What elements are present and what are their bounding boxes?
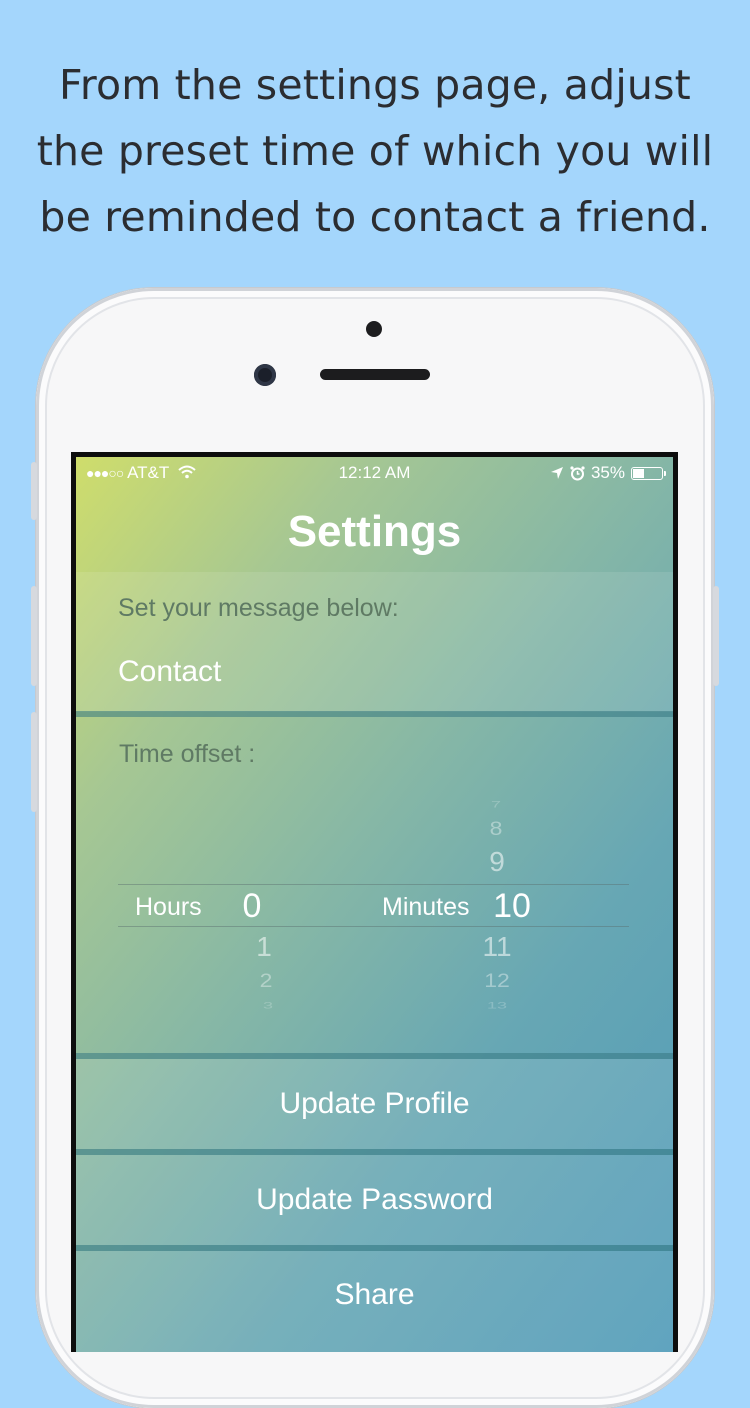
caption-line-2: the preset time of which you will — [36, 127, 714, 175]
minutes-unit-label: Minutes — [382, 893, 470, 921]
message-section — [76, 572, 673, 712]
message-label: Set your message below: — [118, 594, 399, 622]
front-camera-icon — [254, 364, 276, 386]
volume-up-button — [31, 586, 37, 686]
update-password-button[interactable]: Update Password — [76, 1183, 673, 1217]
picker-selection-bottom-line — [118, 926, 629, 927]
share-button[interactable]: Share — [76, 1278, 673, 1312]
minutes-option[interactable]: 13 — [472, 1000, 522, 1011]
volume-down-button — [31, 712, 37, 812]
minutes-option[interactable]: 11 — [472, 931, 522, 963]
section-divider — [76, 711, 673, 717]
mute-switch — [31, 462, 37, 520]
power-button — [713, 586, 719, 686]
hours-selected-value[interactable]: 0 — [232, 887, 272, 926]
status-right: 35% — [550, 463, 666, 483]
hours-option[interactable]: 1 — [244, 931, 284, 963]
time-offset-label: Time offset : — [119, 740, 256, 768]
picker-selection-top-line — [118, 884, 629, 885]
hours-option[interactable]: 2 — [246, 969, 286, 992]
location-arrow-icon — [550, 467, 563, 479]
status-bar: ●●●○○ AT&T 12:12 AM 35% — [76, 457, 673, 489]
hours-option[interactable]: 3 — [248, 1000, 288, 1011]
page-title: Settings — [287, 507, 462, 556]
phone-screen: ●●●○○ AT&T 12:12 AM 35% Settings Set you… — [71, 452, 678, 1352]
minutes-option[interactable]: 8 — [476, 817, 516, 840]
proximity-sensor — [366, 321, 382, 337]
minutes-option[interactable]: 7 — [476, 799, 516, 810]
alarm-icon — [570, 465, 585, 480]
caption-line-3: be reminded to contact a friend. — [39, 193, 711, 241]
instruction-caption: From the settings page, adjust the prese… — [20, 52, 730, 250]
update-profile-button[interactable]: Update Profile — [76, 1087, 673, 1121]
app-display: ●●●○○ AT&T 12:12 AM 35% Settings Set you… — [76, 457, 673, 1352]
minutes-selected-value[interactable]: 10 — [486, 887, 538, 926]
caption-line-1: From the settings page, adjust — [59, 61, 691, 109]
minutes-option[interactable]: 12 — [472, 969, 522, 992]
hours-unit-label: Hours — [135, 893, 202, 921]
message-input[interactable]: Contact — [118, 655, 221, 689]
minutes-option[interactable]: 9 — [477, 846, 517, 878]
battery-icon — [631, 466, 666, 480]
battery-percent: 35% — [590, 463, 625, 482]
earpiece-speaker — [320, 369, 430, 380]
